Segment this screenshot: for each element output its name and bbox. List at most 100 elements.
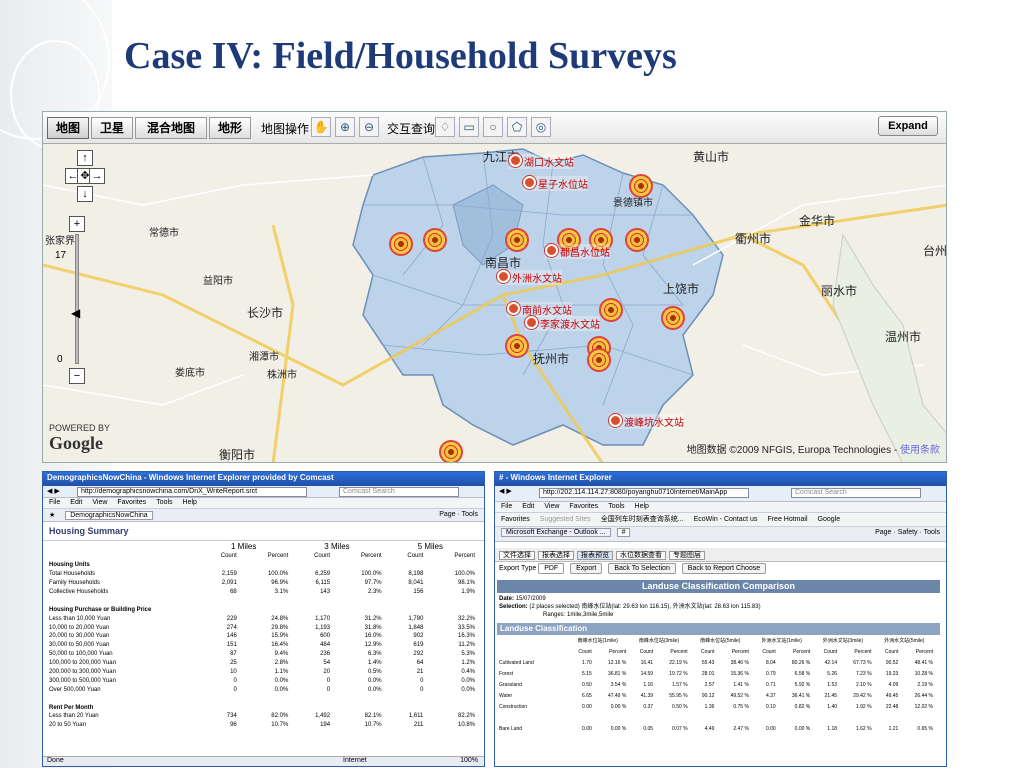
favorite-link[interactable]: Google xyxy=(818,516,841,523)
favorites-button[interactable]: Favorites xyxy=(501,516,530,523)
browser-tab[interactable]: Microsoft Exchange - Outlook ... xyxy=(501,528,611,537)
search-input[interactable]: Comcast Search xyxy=(339,487,459,497)
row-label: 20 to 50 Yuan xyxy=(49,722,86,729)
map-canvas[interactable] xyxy=(43,145,947,463)
table-cell: 2.57 xyxy=(704,681,715,688)
station-marker[interactable]: 星子水位站 xyxy=(523,176,588,191)
zoom-minus-icon[interactable]: − xyxy=(69,368,85,384)
tab-report-select[interactable]: 报表选择 xyxy=(538,551,574,560)
survey-target-icon[interactable] xyxy=(661,306,685,330)
table-cell: 64 xyxy=(416,660,424,667)
zoom-slider-track[interactable] xyxy=(75,234,79,364)
polygon-select-icon[interactable]: ⬠ xyxy=(507,117,527,137)
address-input[interactable]: http://202.114.114.27:8080/poyanghu0710I… xyxy=(539,488,749,498)
circle-select-icon[interactable]: ○ xyxy=(483,117,503,137)
menu-file[interactable]: File xyxy=(49,499,60,506)
tab-thematic-layers[interactable]: 专题图层 xyxy=(669,551,705,560)
page-menu[interactable]: Page xyxy=(439,511,455,518)
favorite-link[interactable]: 全国列车时刻表查询系统... xyxy=(601,516,684,523)
pan-down-icon[interactable]: ↓ xyxy=(77,186,93,202)
pan-up-icon[interactable]: ↑ xyxy=(77,150,93,166)
survey-target-icon[interactable] xyxy=(629,174,653,198)
survey-target-icon[interactable] xyxy=(587,348,611,372)
menu-tools[interactable]: Tools xyxy=(608,503,624,510)
table-cell: 0.10 xyxy=(765,703,776,710)
expand-button[interactable]: Expand xyxy=(878,116,938,136)
page-menu[interactable]: Page xyxy=(875,529,891,536)
menu-favorites[interactable]: Favorites xyxy=(569,503,598,510)
survey-target-icon[interactable] xyxy=(389,232,413,256)
menu-help[interactable]: Help xyxy=(635,503,649,510)
back-to-report-button[interactable]: Back to Report Choose xyxy=(681,563,767,574)
clear-select-icon[interactable]: ◎ xyxy=(531,117,551,137)
survey-target-icon[interactable] xyxy=(625,228,649,252)
menu-favorites[interactable]: Favorites xyxy=(117,499,146,506)
browser-tab[interactable]: DemographicsNowChina xyxy=(65,511,153,520)
tab-map[interactable]: 地图 xyxy=(47,117,89,139)
tab-hybrid[interactable]: 混合地图 xyxy=(135,117,207,139)
pan-right-icon[interactable]: → xyxy=(89,168,105,184)
station-marker[interactable]: 外洲水文站 xyxy=(497,270,562,285)
zoom-slider-handle[interactable]: ◀ xyxy=(71,306,80,320)
tab-terrain[interactable]: 地形 xyxy=(209,117,251,139)
star-icon[interactable]: ★ xyxy=(49,512,55,519)
table-cell: 1.4% xyxy=(367,660,382,667)
zoom-in-icon[interactable]: ⊕ xyxy=(335,117,355,137)
column-header: Count xyxy=(884,648,899,655)
station-marker[interactable]: 南前水文站 xyxy=(507,302,572,317)
table-row xyxy=(497,712,935,723)
menu-edit[interactable]: Edit xyxy=(522,503,534,510)
favorite-link[interactable]: Suggested Sites xyxy=(540,516,591,523)
table-cell: 2.10 % xyxy=(855,681,872,688)
menu-edit[interactable]: Edit xyxy=(70,499,82,506)
favorite-link[interactable]: Free Hotmail xyxy=(767,516,807,523)
tab-file-select[interactable]: 文件选择 xyxy=(499,551,535,560)
tab-report-preview[interactable]: 报表预览 xyxy=(577,551,613,560)
back-icon[interactable]: ◀ ▶ xyxy=(499,488,512,495)
tools-menu[interactable]: Tools xyxy=(924,529,940,536)
row-label: Collective Households xyxy=(49,589,109,595)
table-cell: 0.82 % xyxy=(794,703,811,710)
rectangle-select-icon[interactable]: ▭ xyxy=(459,117,479,137)
table-cell: 12.02 % xyxy=(914,703,933,710)
zoom-plus-icon[interactable]: + xyxy=(69,216,85,232)
menu-view[interactable]: View xyxy=(92,499,107,506)
menu-tools[interactable]: Tools xyxy=(156,499,172,506)
row-label: 100,000 to 200,000 Yuan xyxy=(49,660,116,667)
menu-view[interactable]: View xyxy=(544,503,559,510)
survey-target-icon[interactable] xyxy=(599,298,623,322)
station-marker[interactable]: 渡峰坑水文站 xyxy=(609,414,684,429)
export-button[interactable]: Export xyxy=(570,563,603,574)
zoom-out-icon[interactable]: ⊖ xyxy=(359,117,379,137)
pan-hand-icon[interactable]: ✋ xyxy=(311,117,331,137)
safety-menu[interactable]: Safety xyxy=(898,529,918,536)
survey-target-icon[interactable] xyxy=(423,228,447,252)
address-input[interactable]: http://demographicsnowchina.com/DnX_Writ… xyxy=(77,487,307,497)
table-row: Grassland 0.50 3.54 % 1.16 1.57 % 2.57 1.41 % 0… xyxy=(497,679,935,690)
map-panel[interactable]: 地图 卫星 混合地图 地形 地图操作 ✋ ⊕ ⊖ 交互查询 ♢ ▭ ○ ⬠ ◎ … xyxy=(42,111,947,463)
back-to-selection-button[interactable]: Back To Selection xyxy=(608,563,676,574)
table-cell: 143 xyxy=(320,589,331,595)
browser-tab[interactable]: # xyxy=(616,528,631,537)
station-marker[interactable]: 湖口水文站 xyxy=(509,154,574,169)
station-marker[interactable]: 都昌水位站 xyxy=(545,244,610,259)
point-select-icon[interactable]: ♢ xyxy=(435,117,455,137)
table-cell: 146 xyxy=(226,633,237,640)
export-type-select[interactable]: PDF xyxy=(538,563,565,574)
tab-satellite[interactable]: 卫星 xyxy=(91,117,133,139)
menu-help[interactable]: Help xyxy=(183,499,197,506)
column-header: Percent xyxy=(454,553,475,560)
map-navigation-control: ↑ ← ✥ → ↓ + 17 ◀ 0 − xyxy=(55,150,105,390)
back-icon[interactable]: ◀ ▶ xyxy=(47,488,60,495)
station-marker[interactable]: 李家渡水文站 xyxy=(525,316,600,331)
favorite-link[interactable]: EcoWin - Contact us xyxy=(694,516,758,523)
tools-menu[interactable]: Tools xyxy=(462,511,478,518)
search-input[interactable]: Comcast Search xyxy=(791,488,921,498)
survey-target-icon[interactable] xyxy=(505,228,529,252)
table-row: Less than 10,000 Yuan 229 24.8% 1,170 31.2% 1… xyxy=(47,614,477,623)
menu-file[interactable]: File xyxy=(501,503,512,510)
terms-link[interactable]: 使用条款 xyxy=(900,445,940,456)
survey-target-icon[interactable] xyxy=(505,334,529,358)
survey-target-icon[interactable] xyxy=(439,440,463,462)
tab-water-level[interactable]: 水位数据查看 xyxy=(616,551,666,560)
